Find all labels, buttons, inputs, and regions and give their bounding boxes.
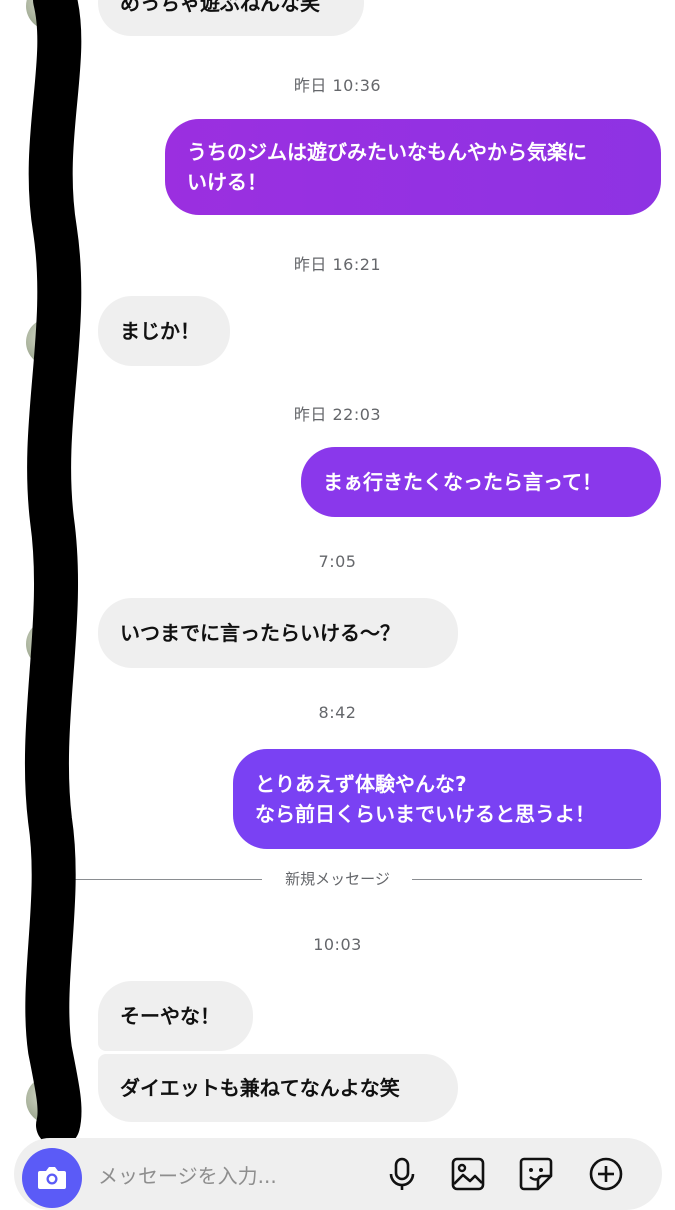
- microphone-icon[interactable]: [384, 1156, 420, 1192]
- camera-icon: [38, 1167, 66, 1189]
- plus-icon[interactable]: [588, 1156, 624, 1192]
- image-icon[interactable]: [450, 1156, 486, 1192]
- chat-thread: めっちゃ遊ぶねんな笑 昨日 10:36 うちのジムは遊びみたいなもんやから気楽に…: [0, 0, 675, 1200]
- redaction-scribble: [24, 0, 82, 1147]
- message-input[interactable]: メッセージを入力...: [98, 1160, 277, 1189]
- camera-button[interactable]: [22, 1148, 82, 1208]
- sticker-icon[interactable]: [518, 1156, 554, 1192]
